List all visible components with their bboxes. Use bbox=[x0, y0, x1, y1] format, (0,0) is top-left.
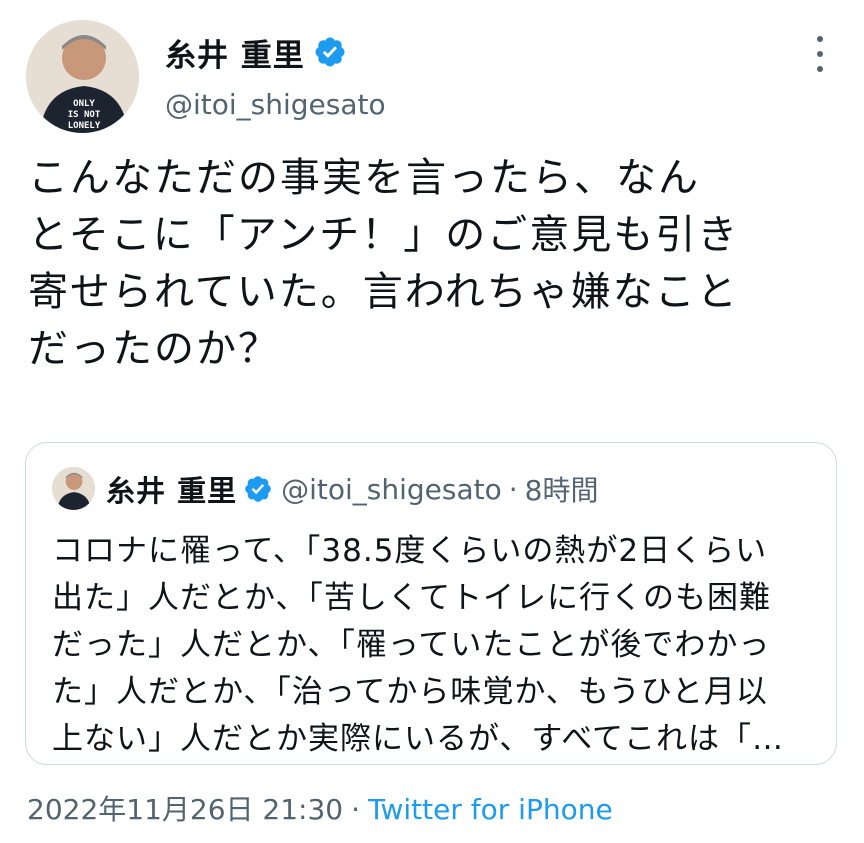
quoted-text-line: 出た」人だとか、「苦しくてトイレに行くのも困難 bbox=[52, 580, 771, 616]
meta-separator: · bbox=[351, 793, 361, 826]
quoted-avatar bbox=[52, 467, 95, 510]
more-dot bbox=[817, 51, 823, 57]
tweet-card: ONLY IS NOT LONELY 糸井 重里 @itoi_shigesato… bbox=[0, 0, 864, 843]
verified-badge-icon bbox=[245, 476, 271, 502]
quoted-handle: @itoi_shigesato bbox=[281, 472, 502, 506]
quoted-time: 8時間 bbox=[524, 474, 599, 507]
svg-text:IS NOT: IS NOT bbox=[68, 110, 101, 120]
quoted-tweet[interactable]: 糸井 重里 @itoi_shigesato · 8時間 コロナに罹って、「38.… bbox=[25, 442, 837, 765]
tweet-text-line: だったのか？ bbox=[28, 326, 280, 372]
tweet-meta: 2022年11月26日 21:30 · Twitter for iPhone bbox=[27, 788, 613, 828]
verified-badge-icon bbox=[315, 37, 345, 67]
tweet-source-link[interactable]: Twitter for iPhone bbox=[368, 793, 613, 826]
quoted-display-name: 糸井 重里 bbox=[106, 474, 238, 508]
avatar-photo: ONLY IS NOT LONELY bbox=[26, 20, 139, 133]
quoted-text-line: コロナに罹って、「38.5度くらいの熱が2日くらい bbox=[52, 533, 768, 569]
more-options-icon[interactable] bbox=[808, 36, 832, 72]
author-name-row[interactable]: 糸井 重里 bbox=[165, 30, 347, 74]
avatar[interactable]: ONLY IS NOT LONELY bbox=[26, 20, 139, 133]
tweet-text-line: とそこに「アンチ！」のご意見も引き bbox=[28, 212, 740, 258]
quoted-avatar-photo bbox=[52, 467, 95, 510]
quoted-header: 糸井 重里 @itoi_shigesato · 8時間 bbox=[106, 469, 598, 509]
quoted-separator: · bbox=[508, 472, 518, 506]
svg-text:LONELY: LONELY bbox=[68, 121, 101, 131]
tweet-text-line: 寄せられていた。言われちゃ嫌なこと bbox=[28, 269, 739, 315]
svg-text:ONLY: ONLY bbox=[73, 99, 95, 109]
tweet-text-line: こんなただの事実を言ったら、なん bbox=[28, 155, 700, 201]
quoted-text-line: 上ない」人だとか実際にいるが、すべてこれは「… bbox=[52, 721, 784, 757]
more-dot bbox=[817, 36, 823, 42]
tweet-timestamp[interactable]: 2022年11月26日 21:30 bbox=[27, 793, 343, 826]
tweet-text: こんなただの事実を言ったら、なん とそこに「アンチ！」のご意見も引き 寄せられて… bbox=[28, 150, 848, 378]
quoted-text-line: た」人だとか、「治ってから味覚か、もうひと月以 bbox=[52, 674, 768, 710]
author-display-name[interactable]: 糸井 重里 bbox=[165, 30, 305, 75]
more-dot bbox=[817, 66, 823, 72]
author-handle[interactable]: @itoi_shigesato bbox=[165, 88, 386, 121]
quoted-text-line: だった」人だとか、「罹っていたことが後でわかっ bbox=[52, 627, 771, 663]
quoted-text: コロナに罹って、「38.5度くらいの熱が2日くらい 出た」人だとか、「苦しくてト… bbox=[52, 528, 822, 763]
